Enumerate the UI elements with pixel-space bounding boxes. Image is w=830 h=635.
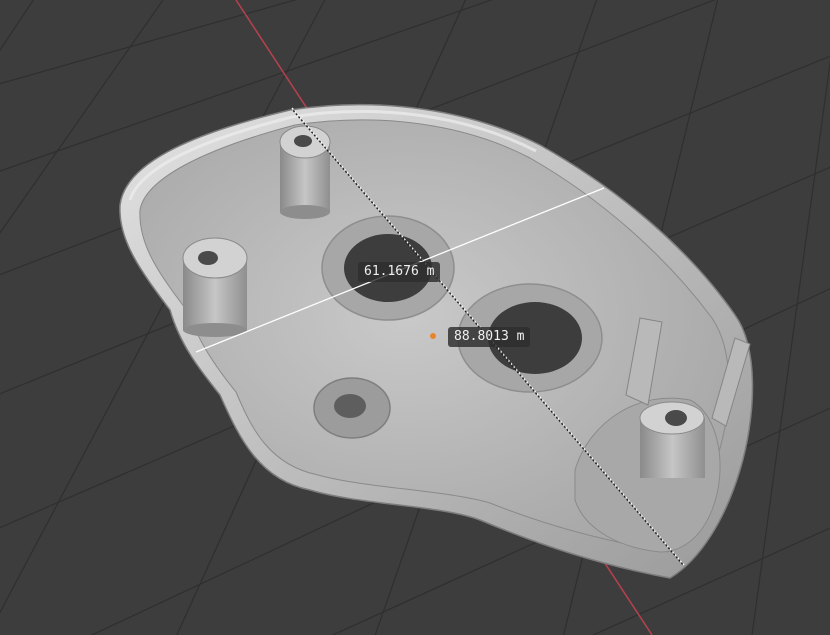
origin-marker[interactable] [430, 333, 436, 339]
post-left [182, 237, 248, 337]
3d-viewport[interactable]: 61.1676 m 88.8013 m [0, 0, 830, 635]
mesh-model[interactable] [119, 103, 754, 579]
screw-boss [313, 377, 391, 439]
measure-length-label[interactable]: 88.8013 m [448, 327, 531, 347]
viewport-scene [0, 0, 830, 635]
measure-width-label[interactable]: 61.1676 m [358, 262, 441, 282]
post-top [279, 125, 331, 219]
post-right [639, 401, 705, 478]
